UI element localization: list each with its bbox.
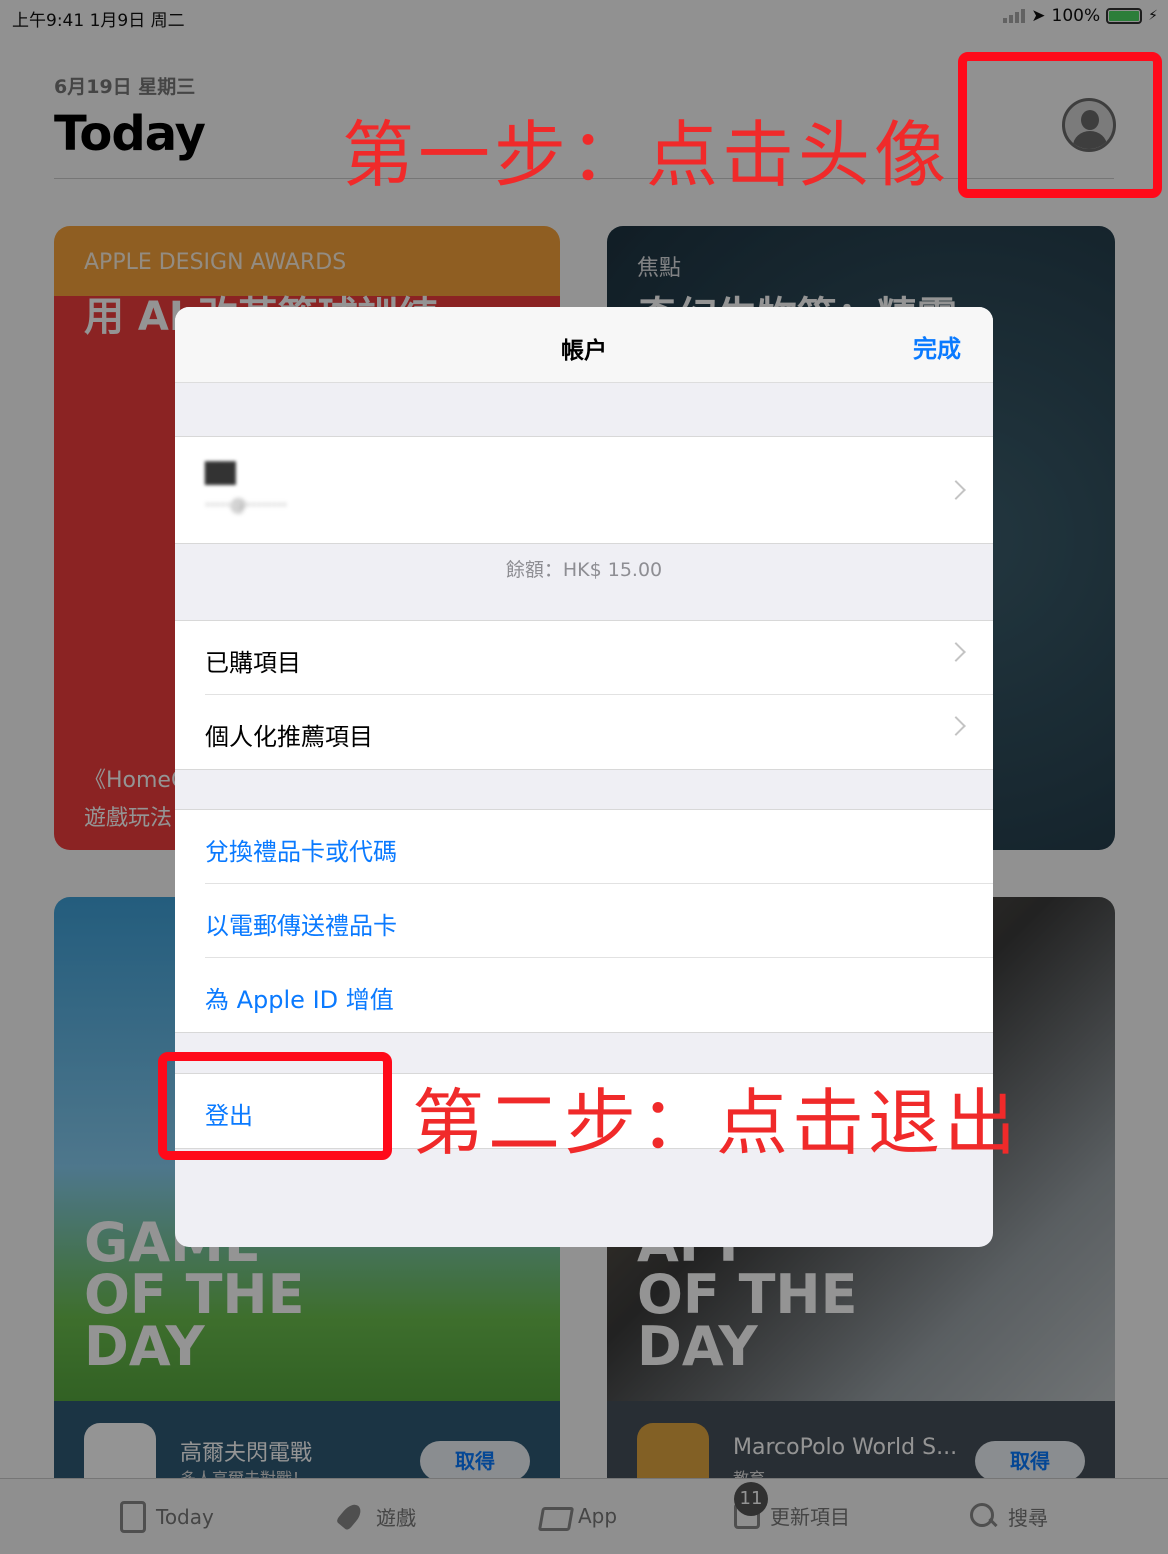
row-personalized[interactable]: 個人化推薦項目 (205, 695, 993, 769)
purchases-group: 已購項目 個人化推薦項目 (175, 620, 993, 770)
sheet-title: 帳户 (561, 338, 607, 364)
row-label: 個人化推薦項目 (205, 723, 373, 751)
account-info-row[interactable]: ██ ·····@········ (175, 436, 993, 544)
row-label: 以電郵傳送禮品卡 (205, 912, 397, 940)
account-name: ██ (205, 461, 236, 485)
annotation-box-sign-out (158, 1052, 392, 1160)
chevron-right-icon (946, 642, 966, 662)
app-store-screen: 上午9:41 1月9日 周二 ➤ 100% ⚡ 6月19日 星期三 Today … (0, 0, 1168, 1554)
row-send-gift[interactable]: 以電郵傳送禮品卡 (205, 884, 993, 958)
chevron-right-icon (946, 716, 966, 736)
sheet-header: 帳户 完成 (175, 307, 993, 383)
chevron-right-icon (946, 480, 966, 500)
account-balance: 餘額：HK$ 15.00 (505, 559, 663, 581)
row-purchased[interactable]: 已購項目 (205, 621, 993, 695)
annotation-box-avatar (958, 52, 1162, 198)
done-button[interactable]: 完成 (913, 329, 961, 364)
annotation-step2: 第二步：点击退出 (412, 1081, 1021, 1165)
row-redeem[interactable]: 兌換禮品卡或代碼 (205, 810, 993, 884)
annotation-step1: 第一步：点击头像 (342, 113, 951, 197)
account-email: ·····@········ (205, 495, 288, 514)
row-add-funds[interactable]: 為 Apple ID 增值 (205, 958, 993, 1032)
row-label: 兌換禮品卡或代碼 (205, 838, 397, 866)
row-label: 為 Apple ID 增值 (205, 986, 394, 1014)
row-label: 已購項目 (205, 649, 301, 677)
gift-card-group: 兌換禮品卡或代碼 以電郵傳送禮品卡 為 Apple ID 增值 (175, 809, 993, 1033)
